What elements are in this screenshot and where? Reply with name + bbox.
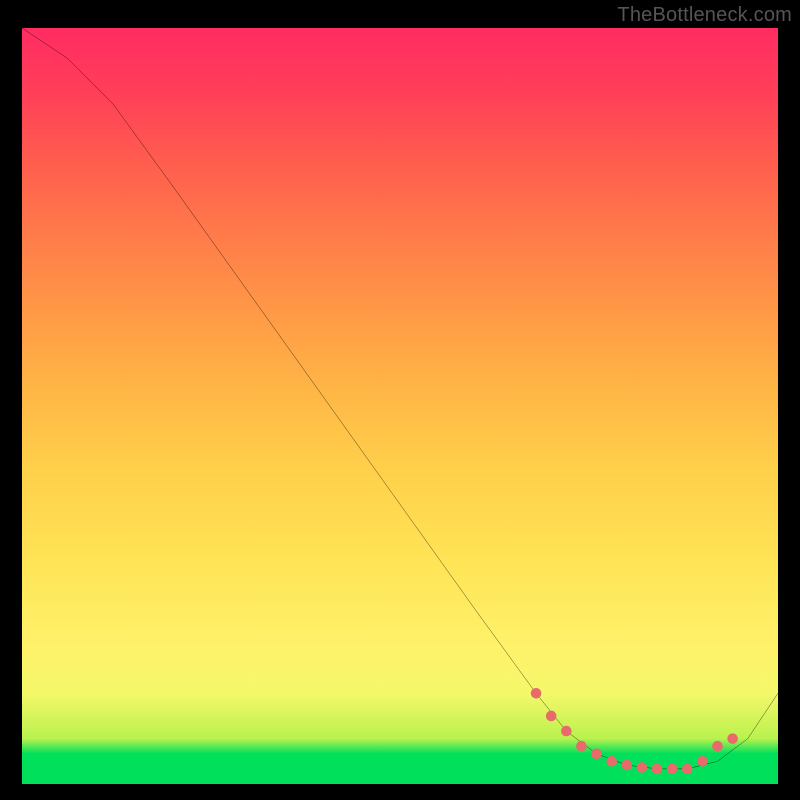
bottleneck-curve xyxy=(22,28,778,769)
valley-dot xyxy=(561,726,572,737)
curve-layer xyxy=(22,28,778,784)
valley-dot xyxy=(576,741,587,752)
valley-dot xyxy=(697,756,708,767)
valley-dot xyxy=(637,762,648,773)
plot-area xyxy=(22,28,778,784)
valley-dot xyxy=(622,760,633,771)
valley-dot xyxy=(531,688,542,699)
valley-dot xyxy=(546,711,557,722)
valley-dot xyxy=(667,764,678,775)
chart-frame: TheBottleneck.com xyxy=(0,0,800,800)
valley-dot xyxy=(591,748,602,759)
valley-dots xyxy=(531,688,738,774)
valley-dot xyxy=(712,741,723,752)
valley-dot xyxy=(606,756,617,767)
valley-dot xyxy=(652,764,663,775)
watermark-text: TheBottleneck.com xyxy=(617,4,792,27)
valley-dot xyxy=(682,764,693,775)
valley-dot xyxy=(727,733,738,744)
